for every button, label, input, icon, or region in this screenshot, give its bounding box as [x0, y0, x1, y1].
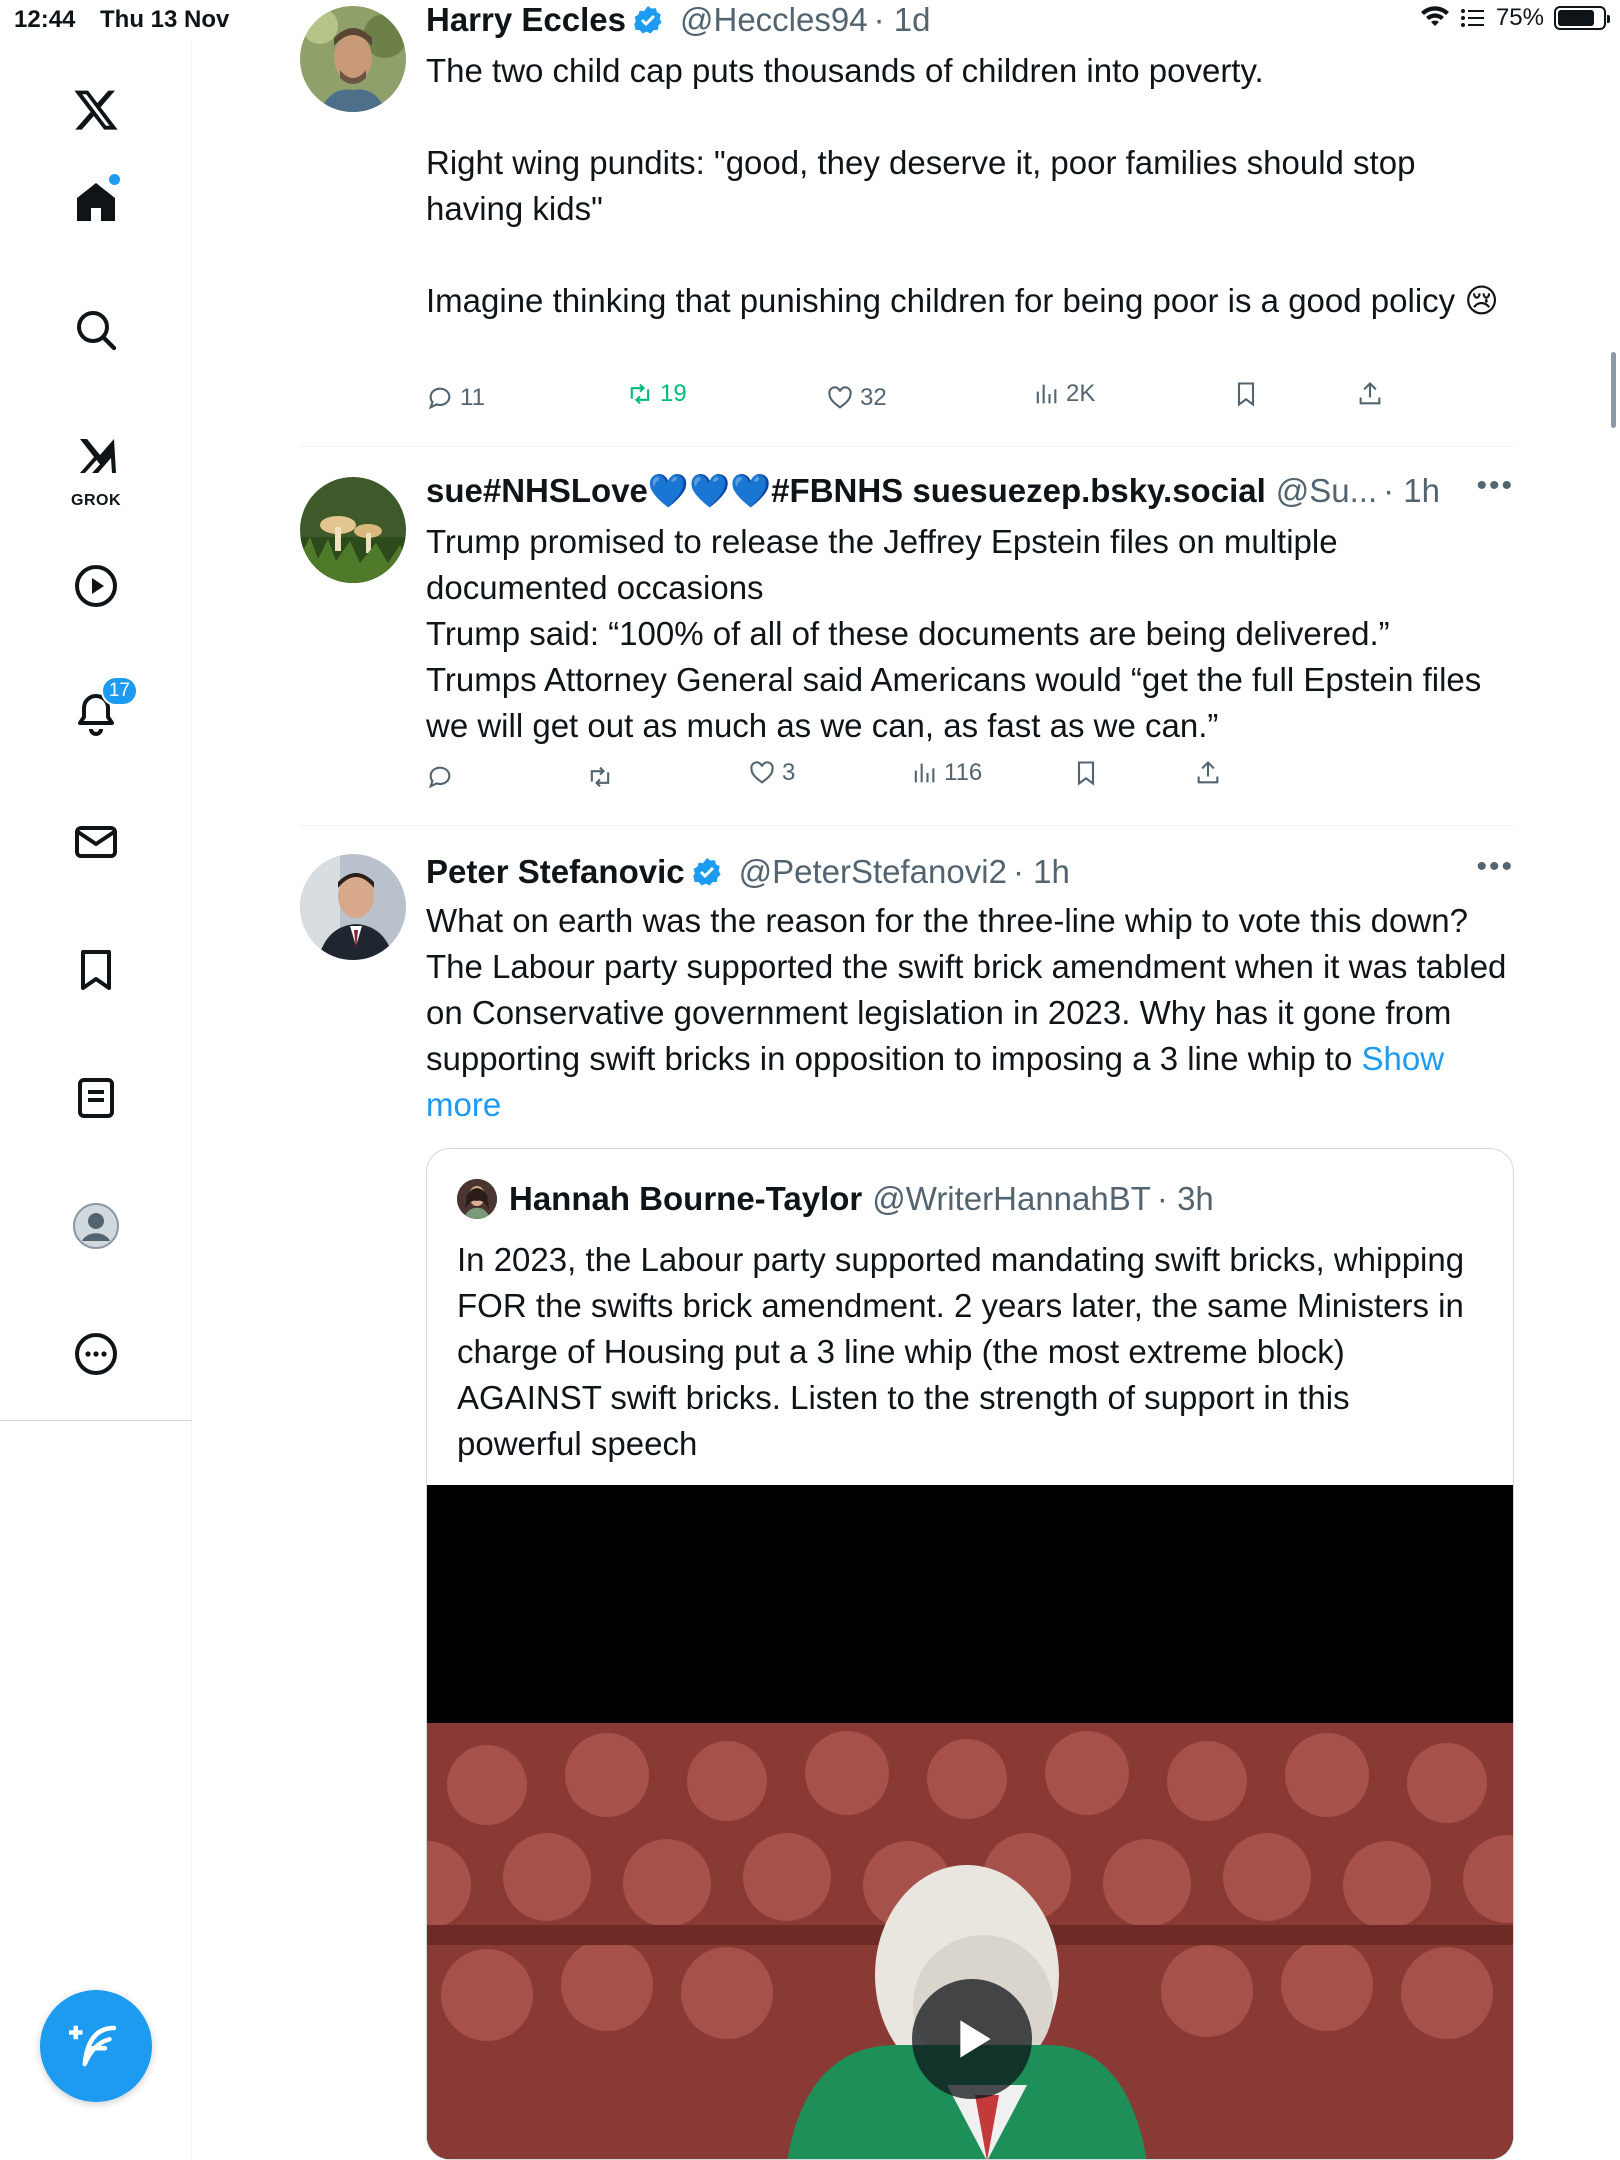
- author-handle[interactable]: @PeterStefanovi2: [739, 853, 1007, 891]
- sidebar-item-video[interactable]: [56, 546, 136, 626]
- tweet-text: What on earth was the reason for the thr…: [426, 898, 1514, 1128]
- verified-badge-icon: [692, 858, 721, 886]
- sidebar-item-bookmarks[interactable]: [56, 930, 136, 1010]
- quoted-author-name[interactable]: Hannah Bourne-Taylor: [509, 1180, 862, 1218]
- sidebar-divider: [0, 1420, 192, 1421]
- status-time: 12:44: [14, 6, 76, 33]
- feather-plus-icon: [69, 2025, 117, 2067]
- sidebar-item-notifications[interactable]: 17: [56, 674, 138, 754]
- sidebar-item-lists[interactable]: [56, 1058, 136, 1138]
- tweet-time[interactable]: · 1h: [1013, 853, 1070, 891]
- quoted-tweet-card[interactable]: Hannah Bourne-Taylor @WriterHannahBT · 3…: [426, 1148, 1514, 2160]
- sidebar-item-messages[interactable]: [56, 802, 136, 882]
- tweet-header: Peter Stefanovic @PeterStefanovi2 · 1h •…: [426, 852, 1514, 892]
- tweet[interactable]: Peter Stefanovic @PeterStefanovi2 · 1h •…: [300, 0, 1514, 2160]
- profile-avatar-icon: [73, 1203, 119, 1249]
- sidebar-nav: GROK 17: [0, 40, 192, 2160]
- status-date: Thu 13 Nov: [100, 6, 230, 33]
- avatar[interactable]: [300, 854, 406, 960]
- quoted-tweet-text: In 2023, the Labour party supported mand…: [457, 1241, 1474, 1462]
- sidebar-item-grok[interactable]: GROK: [56, 418, 136, 514]
- grok-label: GROK: [71, 492, 121, 509]
- avatar[interactable]: [457, 1179, 497, 1219]
- list-icon: [78, 1078, 114, 1118]
- play-icon: [960, 2020, 991, 2058]
- grok-icon: [80, 439, 116, 473]
- envelope-icon: [75, 826, 117, 858]
- quoted-tweet-time[interactable]: · 3h: [1157, 1180, 1214, 1218]
- x-logo-icon[interactable]: [56, 70, 136, 150]
- home-unread-dot: [109, 174, 120, 185]
- compose-post-button[interactable]: [40, 1990, 152, 2102]
- play-circle-icon: [75, 565, 117, 607]
- author-name[interactable]: Peter Stefanovic: [426, 853, 685, 891]
- quoted-tweet-header: Hannah Bourne-Taylor @WriterHannahBT · 3…: [457, 1177, 1214, 1221]
- home-icon: [77, 183, 115, 221]
- battery-icon: [1554, 6, 1610, 30]
- sidebar-item-more[interactable]: [56, 1314, 136, 1394]
- sidebar-item-home[interactable]: [56, 162, 136, 242]
- bookmark-icon: [81, 950, 111, 990]
- quoted-author-handle[interactable]: @WriterHannahBT: [872, 1180, 1151, 1218]
- video-player[interactable]: [427, 1485, 1513, 2159]
- notifications-badge: 17: [100, 676, 138, 706]
- play-button[interactable]: [912, 1979, 1032, 2099]
- sidebar-item-profile[interactable]: [56, 1186, 136, 1266]
- scrollbar[interactable]: [1611, 352, 1616, 428]
- sidebar-item-search[interactable]: [56, 290, 136, 370]
- tweet-text-content: What on earth was the reason for the thr…: [426, 902, 1516, 1077]
- more-circle-icon: [75, 1333, 117, 1375]
- search-icon: [77, 311, 117, 351]
- more-options-icon[interactable]: •••: [1476, 852, 1514, 884]
